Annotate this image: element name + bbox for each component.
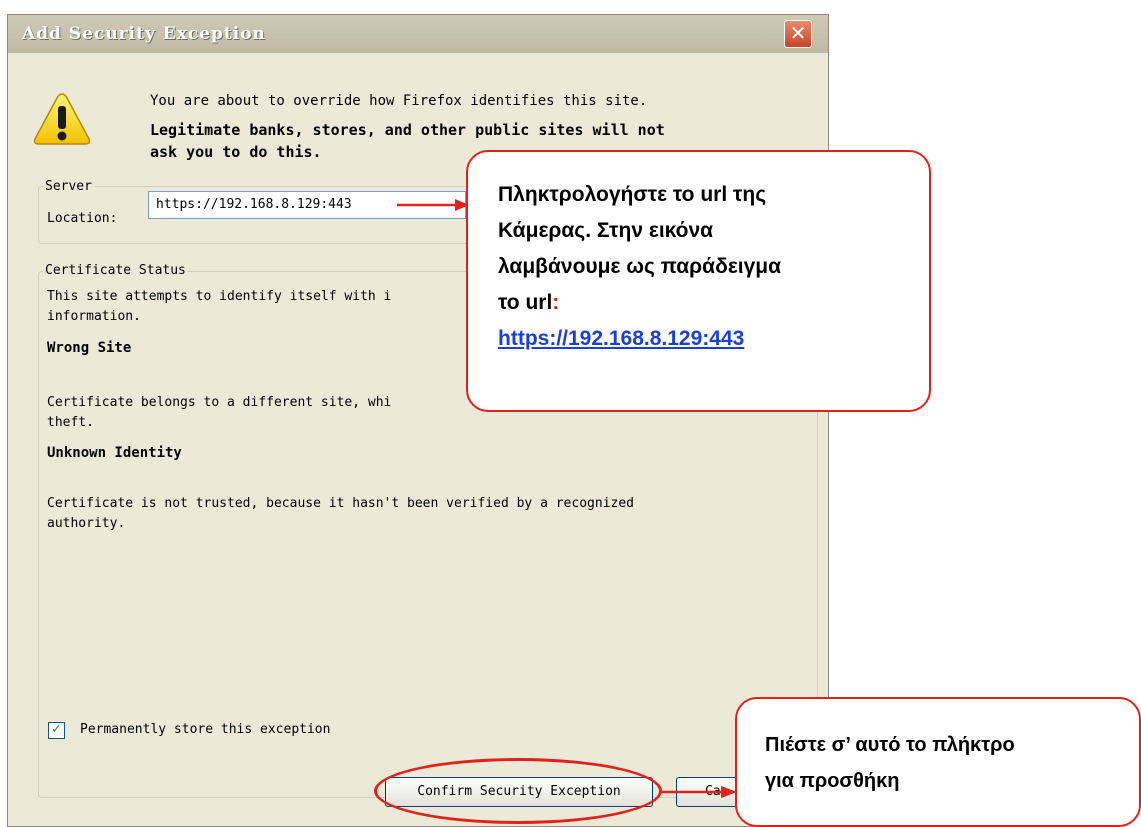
- arrow-to-callout-1: [397, 199, 469, 211]
- unknown-identity-heading: Unknown Identity: [47, 445, 182, 461]
- title-bar[interactable]: Add Security Exception ✕: [8, 15, 828, 53]
- callout-url-instruction: Πληκτρολογήστε το url της Κάμερας. Στην …: [466, 150, 931, 412]
- location-label: Location:: [47, 211, 118, 226]
- callout1-colon: :: [552, 291, 560, 314]
- close-icon[interactable]: ✕: [784, 20, 812, 48]
- security-exception-dialog: Add Security Exception ✕ You are about t…: [7, 14, 829, 827]
- checkmark-icon: ✓: [51, 722, 62, 737]
- wrong-site-text-line-1: Certificate belongs to a different site,…: [47, 395, 392, 410]
- wrong-site-text-line-2: theft.: [47, 415, 94, 430]
- status-intro-line-1: This site attempts to identify itself wi…: [47, 289, 392, 304]
- permanent-checkbox-label[interactable]: Permanently store this exception: [80, 722, 330, 737]
- wrong-site-heading: Wrong Site: [47, 340, 132, 356]
- warning-bold-line-1: Legitimate banks, stores, and other publ…: [150, 121, 665, 139]
- callout1-line-3: λαμβάνουμε ως παράδειγμα: [498, 255, 782, 278]
- unknown-identity-text-line-1: Certificate is not trusted, because it h…: [47, 496, 634, 511]
- status-intro-line-2: information.: [47, 309, 141, 324]
- dialog-title: Add Security Exception: [22, 24, 266, 44]
- certificate-status-legend: Certificate Status: [43, 263, 188, 278]
- callout1-line-2: Κάμερας. Στην εικόνα: [498, 219, 714, 242]
- callout1-url-link[interactable]: https://192.168.8.129:443: [498, 321, 929, 357]
- highlight-ellipse: [374, 758, 662, 824]
- arrow-to-callout-2: [659, 786, 737, 798]
- permanent-checkbox[interactable]: ✓: [48, 722, 65, 739]
- callout1-line-1: Πληκτρολογήστε το url της: [498, 183, 767, 206]
- warning-text: You are about to override how Firefox id…: [150, 93, 648, 109]
- callout-press-button: Πιέστε σ’ αυτό το πλήκτρο για προσθήκη: [735, 697, 1141, 827]
- unknown-identity-text-line-2: authority.: [47, 516, 126, 531]
- callout1-line-4-text: το url: [498, 291, 553, 314]
- warning-bold-line-2: ask you to do this.: [150, 143, 322, 161]
- callout1-line-4: το url:: [498, 285, 929, 321]
- warning-triangle-icon: [33, 93, 91, 145]
- server-legend: Server: [43, 179, 94, 194]
- callout2-line-1: Πιέστε σ’ αυτό το πλήκτρο: [765, 734, 1015, 756]
- callout2-line-2: για προσθήκη: [765, 770, 900, 792]
